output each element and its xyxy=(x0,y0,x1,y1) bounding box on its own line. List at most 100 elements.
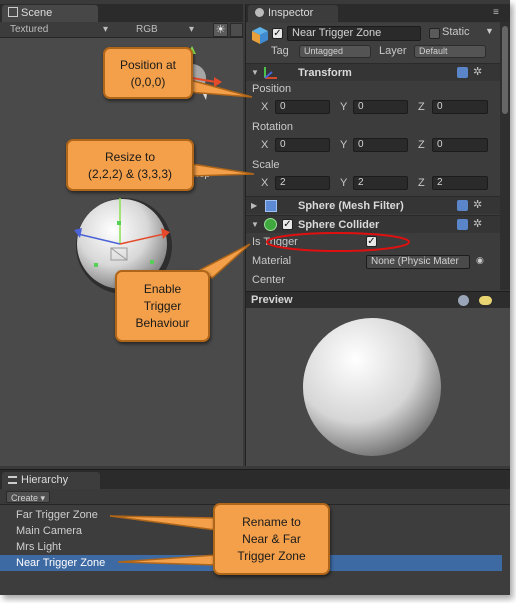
mesh-filter-title: Sphere (Mesh Filter) xyxy=(298,200,404,212)
preview-lights-icon[interactable] xyxy=(479,296,492,305)
draw-mode-value: Textured xyxy=(10,24,49,35)
hierarchy-item-label: Mrs Light xyxy=(16,541,62,553)
tab-hierarchy[interactable]: Hierarchy xyxy=(2,472,100,489)
is-trigger-checkbox[interactable]: ✓ xyxy=(366,236,377,247)
position-x-field[interactable]: 0 xyxy=(275,100,330,114)
material-label: Material xyxy=(252,255,292,267)
scrollbar-thumb[interactable] xyxy=(502,26,508,114)
layer-value: Default xyxy=(419,46,448,56)
rotation-z-label: Z xyxy=(418,139,425,151)
preview-mesh-icon[interactable] xyxy=(458,295,469,306)
chevron-down-icon[interactable]: ▼ xyxy=(485,26,494,36)
list-icon xyxy=(8,476,17,484)
layer-dropdown[interactable]: Default xyxy=(414,45,486,58)
rotation-label: Rotation xyxy=(252,121,293,133)
tag-dropdown[interactable]: Untagged xyxy=(299,45,371,58)
rotation-x-field[interactable]: 0 xyxy=(275,138,330,152)
gear-icon[interactable]: ✲ xyxy=(473,217,482,230)
hierarchy-item-label: Near Trigger Zone xyxy=(16,557,106,569)
create-button-label: Create xyxy=(11,493,39,503)
scene-tab-bar: Scene xyxy=(0,4,243,22)
sun-icon: ☀ xyxy=(215,24,226,36)
position-y-field[interactable]: 0 xyxy=(353,100,408,114)
callout-position: Position at (0,0,0) xyxy=(103,47,193,99)
preview-bar: Preview xyxy=(246,291,510,308)
callout-line: Near & Far xyxy=(242,532,301,546)
scene-overlay-toggle[interactable] xyxy=(230,23,243,37)
help-icon[interactable] xyxy=(457,200,468,211)
collider-enabled-checkbox[interactable]: ✓ xyxy=(282,219,293,230)
transform-axes-icon xyxy=(264,67,277,79)
callout-line: Trigger Zone xyxy=(237,549,306,563)
object-active-checkbox[interactable]: ✓ xyxy=(272,28,283,39)
scene-grid-icon xyxy=(8,7,18,17)
inspector-tab-bar: Inspector ≡ xyxy=(246,4,510,22)
position-z-field[interactable]: 0 xyxy=(432,100,488,114)
scale-x-field[interactable]: 2 xyxy=(275,176,330,190)
scene-view[interactable]: <Persp xyxy=(0,38,243,466)
transform-title: Transform xyxy=(298,67,352,79)
preview-area[interactable] xyxy=(246,308,510,466)
rotation-x-label: X xyxy=(261,139,269,151)
preview-sphere-graphic xyxy=(303,318,441,456)
transform-header[interactable]: ▼ Transform ✲ xyxy=(246,63,501,81)
tag-label: Tag xyxy=(271,45,289,57)
foldout-open-icon[interactable]: ▼ xyxy=(251,220,259,229)
gear-icon[interactable]: ✲ xyxy=(473,198,482,211)
position-label: Position xyxy=(252,83,292,95)
sphere-collider-title: Sphere Collider xyxy=(298,219,380,231)
is-trigger-label: Is Trigger xyxy=(252,236,298,248)
static-label: Static xyxy=(442,26,470,38)
foldout-open-icon[interactable]: ▼ xyxy=(251,68,259,77)
panel-menu-icon[interactable]: ≡ xyxy=(493,7,504,18)
scene-tab-label: Scene xyxy=(21,7,53,19)
rotation-y-label: Y xyxy=(340,139,348,151)
object-header: ✓ Near Trigger Zone Static ▼ Tag Untagge… xyxy=(246,23,501,63)
scale-y-label: Y xyxy=(340,177,348,189)
scale-y-field[interactable]: 2 xyxy=(353,176,408,190)
draw-mode-dropdown[interactable]: Textured ▾ xyxy=(4,23,114,37)
position-z-label: Z xyxy=(418,101,425,113)
chevron-down-icon: ▾ xyxy=(40,493,46,503)
render-mode-dropdown[interactable]: RGB ▾ xyxy=(130,23,200,37)
scale-z-label: Z xyxy=(418,177,425,189)
position-y-label: Y xyxy=(340,101,348,113)
scale-z-field[interactable]: 2 xyxy=(432,176,488,190)
rotation-y-field[interactable]: 0 xyxy=(353,138,408,152)
mesh-filter-header[interactable]: ▶ Sphere (Mesh Filter) ✲ xyxy=(246,196,501,214)
position-x-label: X xyxy=(261,101,269,113)
scale-label: Scale xyxy=(252,159,280,171)
callout-rename: Rename to Near & Far Trigger Zone xyxy=(213,503,330,575)
preview-title: Preview xyxy=(251,294,293,306)
callout-line: (2,2,2) & (3,3,3) xyxy=(87,167,173,181)
callout-line: Resize to xyxy=(104,150,156,164)
gear-icon[interactable]: ✲ xyxy=(473,65,482,78)
help-icon[interactable] xyxy=(457,67,468,78)
create-button[interactable]: Create ▾ xyxy=(6,491,51,503)
callout-line: Position at xyxy=(119,58,177,72)
info-icon xyxy=(255,8,264,17)
static-checkbox[interactable] xyxy=(429,28,440,39)
tab-inspector[interactable]: Inspector xyxy=(248,5,338,22)
rotation-z-field[interactable]: 0 xyxy=(432,138,488,152)
callout-line: (0,0,0) xyxy=(130,75,166,89)
scene-lighting-toggle[interactable]: ☀ xyxy=(213,23,228,37)
foldout-closed-icon[interactable]: ▶ xyxy=(251,201,257,210)
object-picker-icon[interactable]: ◉ xyxy=(476,255,484,266)
callout-line: Rename to xyxy=(242,515,301,529)
chevron-down-icon: ▾ xyxy=(188,24,194,35)
callout-line: Trigger xyxy=(143,299,182,313)
inspector-tab-label: Inspector xyxy=(268,7,314,19)
render-mode-value: RGB xyxy=(136,24,158,35)
material-field[interactable]: None (Physic Mater xyxy=(366,255,470,269)
inspector-scrollbar[interactable] xyxy=(500,22,510,290)
tag-value: Untagged xyxy=(304,46,344,56)
inspector-panel: Inspector ≡ ✓ Near Trigger Zone Static ▼… xyxy=(245,4,510,466)
callout-trigger: Enable Trigger Behaviour xyxy=(115,270,210,342)
tab-scene[interactable]: Scene xyxy=(2,5,98,22)
hierarchy-tab-label: Hierarchy xyxy=(21,474,69,486)
object-name-field[interactable]: Near Trigger Zone xyxy=(287,26,421,41)
sphere-collider-header[interactable]: ▼ ✓ Sphere Collider ✲ xyxy=(246,215,501,233)
hierarchy-item-label: Main Camera xyxy=(16,525,83,537)
help-icon[interactable] xyxy=(457,219,468,230)
